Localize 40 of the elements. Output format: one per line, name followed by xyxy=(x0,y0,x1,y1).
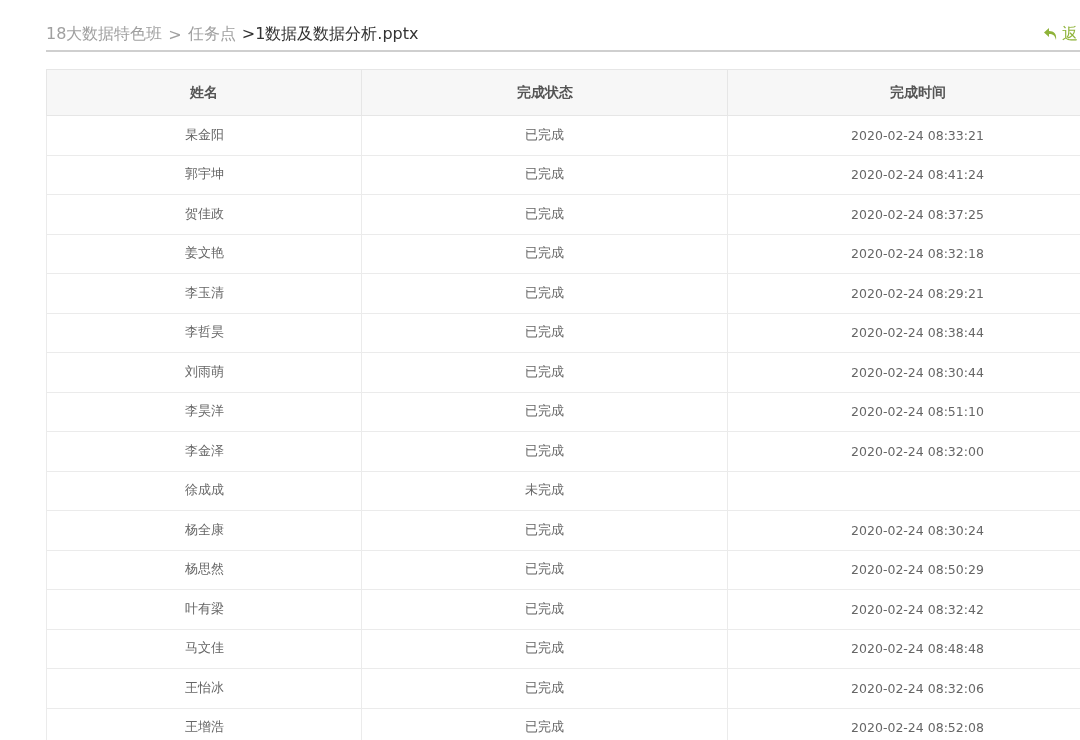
table-cell: 马文佳 xyxy=(46,629,362,669)
table-cell: 已完成 xyxy=(361,194,728,234)
table-cell: 已完成 xyxy=(361,234,728,274)
table-cell: 李昊洋 xyxy=(46,392,362,432)
table-cell: 李金泽 xyxy=(46,431,362,471)
back-link[interactable]: 返 xyxy=(1044,23,1080,45)
table-cell: 已完成 xyxy=(361,273,728,313)
table-cell: 已完成 xyxy=(361,510,728,550)
table-cell: 已完成 xyxy=(361,155,728,195)
table-cell: 王增浩 xyxy=(46,708,362,740)
table-cell: 已完成 xyxy=(361,431,728,471)
table-cell: 已完成 xyxy=(361,115,728,155)
column-header: 完成时间 xyxy=(727,69,1080,116)
breadcrumb-separator: > xyxy=(168,24,182,44)
table-cell: 杲金阳 xyxy=(46,115,362,155)
table-cell: 已完成 xyxy=(361,629,728,669)
return-arrow-icon xyxy=(1044,27,1058,41)
table-cell: 李哲昊 xyxy=(46,313,362,353)
table-cell: 贺佳政 xyxy=(46,194,362,234)
breadcrumb-link[interactable]: 任务点 xyxy=(187,23,236,45)
table-cell: 王怡冰 xyxy=(46,668,362,708)
column-header: 完成状态 xyxy=(361,69,728,116)
breadcrumb-link[interactable]: 18大数据特色班 xyxy=(46,23,163,45)
table-cell: 已完成 xyxy=(361,550,728,590)
table-cell: 已完成 xyxy=(361,589,728,629)
table-cell: 叶有梁 xyxy=(46,589,362,629)
table-cell: 徐成成 xyxy=(46,471,362,511)
table-cell: 李玉清 xyxy=(46,273,362,313)
table-cell: 已完成 xyxy=(361,352,728,392)
table-cell: 杨全康 xyxy=(46,510,362,550)
table-cell: 已完成 xyxy=(361,668,728,708)
breadcrumb-current: >1数据及数据分析.pptx xyxy=(241,23,419,45)
table-cell: 杨思然 xyxy=(46,550,362,590)
table-cell: 未完成 xyxy=(361,471,728,511)
table-cell: 刘雨萌 xyxy=(46,352,362,392)
table-cell: 已完成 xyxy=(361,392,728,432)
table-cell: 已完成 xyxy=(361,313,728,353)
column-header: 姓名 xyxy=(46,69,362,116)
table-cell: 郭宇坤 xyxy=(46,155,362,195)
table-cell: 姜文艳 xyxy=(46,234,362,274)
